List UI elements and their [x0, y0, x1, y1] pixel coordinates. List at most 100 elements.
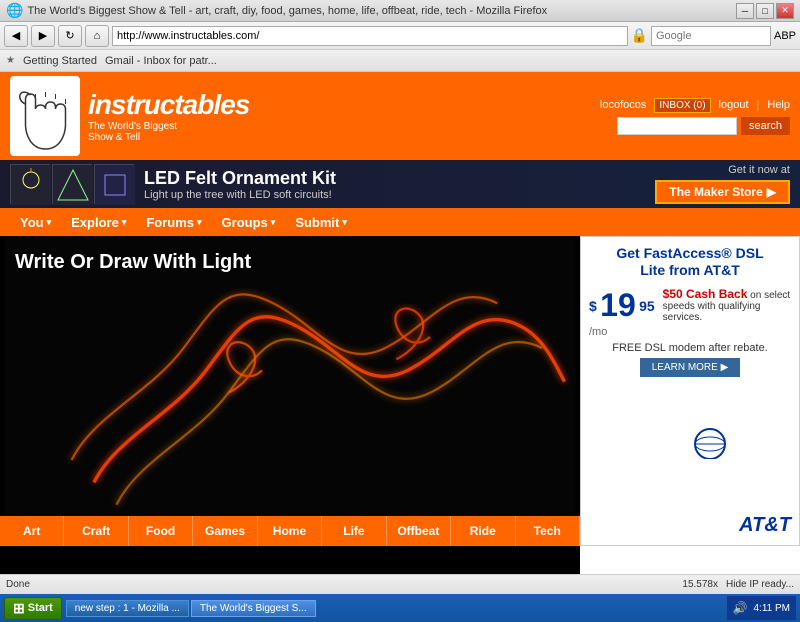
nav-bar: You ▾ Explore ▾ Forums ▾ Groups ▾ Submit… [0, 208, 800, 236]
nav-submit-arrow: ▾ [342, 217, 347, 228]
taskbar-items: new step : 1 - Mozilla ... The World's B… [66, 600, 723, 617]
cat-tab-craft[interactable]: Craft [64, 516, 128, 546]
cat-tab-tech[interactable]: Tech [516, 516, 580, 546]
ad-image-1 [10, 164, 50, 204]
back-button[interactable]: ◀ [4, 25, 28, 47]
ad-cta-text: Get it now at [728, 164, 790, 176]
ad-banner: LED Felt Ornament Kit Light up the tree … [0, 160, 800, 208]
browser-titlebar: 🌐 The World's Biggest Show & Tell - art,… [0, 0, 800, 22]
forward-button[interactable]: ▶ [31, 25, 55, 47]
username[interactable]: locofocos [600, 99, 646, 111]
home-button[interactable]: ⌂ [85, 25, 109, 47]
taskbar-item-2[interactable]: The World's Biggest S... [191, 600, 316, 617]
bookmark-getting-started[interactable]: Getting Started [23, 55, 97, 67]
hide-ip-status: Hide IP ready... [726, 579, 794, 590]
att-price-mo: /mo [589, 326, 607, 338]
maker-store-label: The Maker Store [669, 185, 762, 199]
maximize-button[interactable]: □ [756, 3, 774, 19]
logo-area: instructables The World's Biggest Show &… [10, 76, 249, 156]
att-learn-button[interactable]: LEARN MORE ▶ [640, 358, 741, 377]
site-search-input[interactable] [617, 117, 737, 135]
nav-forums-label: Forums [146, 215, 194, 230]
cat-tab-life[interactable]: Life [322, 516, 386, 546]
close-button[interactable]: ✕ [776, 3, 794, 19]
ad-text: LED Felt Ornament Kit Light up the tree … [134, 168, 655, 201]
taskbar-item-1[interactable]: new step : 1 - Mozilla ... [66, 600, 189, 617]
cat-tab-food[interactable]: Food [129, 516, 193, 546]
help-link[interactable]: Help [767, 99, 790, 111]
hero-title: Write Or Draw With Light [15, 251, 251, 274]
site-header: instructables The World's Biggest Show &… [0, 72, 800, 160]
category-tabs: Art Craft Food Games Home Life Offbeat R… [0, 516, 580, 546]
nav-forums-arrow: ▾ [197, 217, 202, 228]
status-right: 15.578x Hide IP ready... [682, 579, 794, 590]
system-clock: 4:11 PM [754, 603, 791, 614]
status-bar: Done 15.578x Hide IP ready... [0, 574, 800, 594]
header-right: locofocos INBOX (0) logout | Help search [600, 98, 790, 135]
ad-image-2 [52, 164, 92, 204]
logout-link[interactable]: logout [719, 99, 749, 111]
att-logo: AT&T [589, 514, 791, 537]
nav-item-explore[interactable]: Explore ▾ [61, 208, 136, 236]
status-text: Done [6, 579, 30, 590]
cta-arrow-icon: ▶ [767, 185, 776, 199]
tagline-line2: Show & Tell [88, 132, 249, 143]
nav-explore-label: Explore [71, 215, 119, 230]
att-cashback: $50 Cash Back on select speeds with qual… [663, 287, 791, 323]
logo-text: instructables The World's Biggest Show &… [88, 89, 249, 143]
nav-groups-arrow: ▾ [271, 217, 276, 228]
main-content: Write Or Draw With Light [0, 236, 800, 574]
ad-images [10, 164, 134, 204]
att-price-main: 19 [600, 287, 636, 323]
att-cashback-amount: $50 Cash Back [663, 287, 748, 301]
inbox-badge[interactable]: INBOX (0) [654, 98, 710, 113]
att-price-display: $ 19 95 /mo [589, 287, 655, 338]
page-content: instructables The World's Biggest Show &… [0, 72, 800, 574]
cat-tab-art[interactable]: Art [0, 516, 64, 546]
right-sidebar: Get FastAccess® DSL Lite from AT&T $ 19 … [580, 236, 800, 574]
refresh-button[interactable]: ↻ [58, 25, 82, 47]
nav-item-groups[interactable]: Groups ▾ [212, 208, 286, 236]
zoom-level: 15.578x [682, 579, 718, 590]
hero-image: Write Or Draw With Light [0, 236, 580, 516]
ad-cta: Get it now at The Maker Store ▶ [655, 164, 790, 204]
cat-tab-home[interactable]: Home [258, 516, 322, 546]
nav-groups-label: Groups [222, 215, 268, 230]
start-label: Start [28, 602, 53, 614]
user-bar: locofocos INBOX (0) logout | Help [600, 98, 790, 113]
browser-title: The World's Biggest Show & Tell - art, c… [27, 5, 547, 17]
site-logo[interactable]: instructables [88, 89, 249, 121]
bookmarks-bar: ★ Getting Started Gmail - Inbox for patr… [0, 50, 800, 72]
taskbar: ⊞ Start new step : 1 - Mozilla ... The W… [0, 594, 800, 622]
maker-store-button[interactable]: The Maker Store ▶ [655, 180, 790, 204]
bookmark-gmail[interactable]: Gmail - Inbox for patr... [105, 55, 217, 67]
cat-tab-offbeat[interactable]: Offbeat [387, 516, 451, 546]
nav-explore-arrow: ▾ [122, 217, 127, 228]
att-brand-name: AT&T [739, 514, 791, 536]
cat-tab-games[interactable]: Games [193, 516, 257, 546]
status-left: Done [6, 579, 30, 590]
logo-hand [10, 76, 80, 156]
site-search-button[interactable]: search [741, 117, 790, 135]
light-drawing-svg [0, 236, 580, 516]
nav-you-label: You [20, 215, 44, 230]
cat-tab-ride[interactable]: Ride [451, 516, 515, 546]
att-price-row: $ 19 95 /mo $50 Cash Back on select spee… [589, 287, 791, 338]
att-header-text: Get FastAccess® DSL Lite from AT&T [616, 245, 763, 278]
address-bar[interactable] [112, 26, 628, 46]
browser-search-input[interactable] [651, 26, 771, 46]
hand-icon [13, 79, 78, 154]
nav-submit-label: Submit [295, 215, 339, 230]
att-robot-image [589, 389, 791, 462]
minimize-button[interactable]: ─ [736, 3, 754, 19]
nav-you-arrow: ▾ [47, 217, 52, 228]
nav-item-submit[interactable]: Submit ▾ [285, 208, 357, 236]
att-price-cents: 95 [639, 298, 655, 314]
left-content: Write Or Draw With Light [0, 236, 580, 574]
att-advertisement: Get FastAccess® DSL Lite from AT&T $ 19 … [580, 236, 800, 546]
browser-toolbar: ◀ ▶ ↻ ⌂ 🔒 ABP [0, 22, 800, 50]
tagline-line1: The World's Biggest [88, 121, 249, 132]
search-area: search [617, 117, 790, 135]
nav-item-you[interactable]: You ▾ [10, 208, 61, 236]
nav-item-forums[interactable]: Forums ▾ [136, 208, 211, 236]
